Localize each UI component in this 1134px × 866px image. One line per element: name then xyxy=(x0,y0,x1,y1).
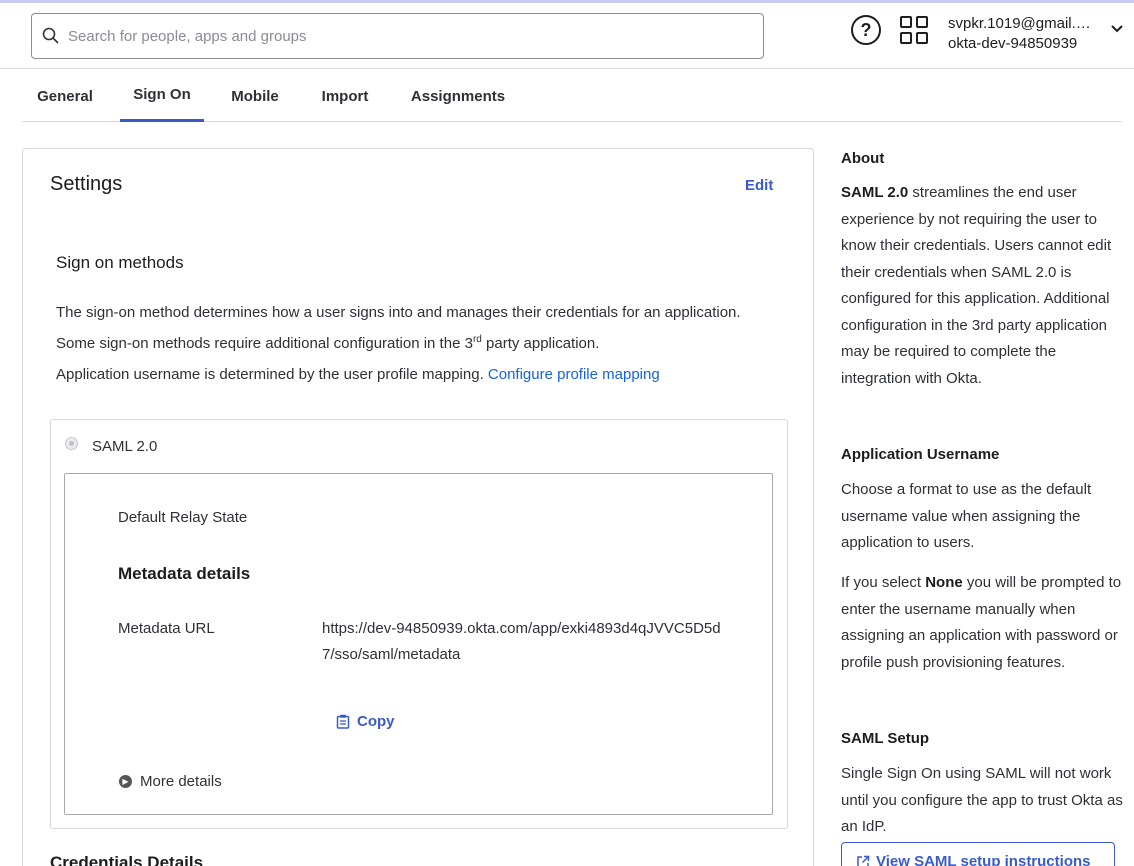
metadata-url-value: https://dev-94850939.okta.com/app/exki48… xyxy=(322,620,721,663)
tab-bar: General Sign On Mobile Import Assignment… xyxy=(22,70,1122,122)
search-bar[interactable] xyxy=(31,13,764,59)
application-username-text: Choose a format to use as the default us… xyxy=(841,481,1092,551)
metadata-details-title: Metadata details xyxy=(118,564,251,583)
sign-on-description: The sign-on method determines how a user… xyxy=(56,304,741,352)
tab-import[interactable]: Import xyxy=(310,70,380,122)
tab-assignments[interactable]: Assignments xyxy=(402,70,514,122)
copy-button[interactable]: Copy xyxy=(336,713,395,730)
tab-sign-on[interactable]: Sign On xyxy=(120,70,204,122)
user-org: okta-dev-94850939 xyxy=(948,35,1078,52)
tab-general[interactable]: General xyxy=(22,70,108,122)
saml-radio[interactable] xyxy=(65,437,78,450)
search-input[interactable] xyxy=(68,27,708,45)
tab-mobile[interactable]: Mobile xyxy=(220,70,290,122)
external-link-icon xyxy=(857,855,870,866)
more-details-toggle[interactable]: ▶ More details xyxy=(119,773,222,790)
view-saml-setup-instructions-button[interactable]: View SAML setup instructions xyxy=(841,842,1115,866)
search-icon xyxy=(42,27,59,44)
metadata-url-label: Metadata URL xyxy=(118,620,215,637)
more-details-label: More details xyxy=(140,773,222,790)
saml-label: SAML 2.0 xyxy=(92,438,158,455)
about-text: SAML 2.0 streamlines the end user experi… xyxy=(841,184,1112,387)
settings-panel: Settings Edit Sign on methods The sign-o… xyxy=(22,148,814,866)
configure-profile-mapping-link[interactable]: Configure profile mapping xyxy=(488,366,660,383)
saml-setup-text: Single Sign On using SAML will not work … xyxy=(841,765,1123,835)
user-email: svpkr.1019@gmail.com xyxy=(948,15,1096,32)
credentials-details-title: Credentials Details xyxy=(50,853,204,866)
user-menu[interactable]: svpkr.1019@gmail.com okta-dev-94850939 xyxy=(948,14,1128,54)
mapping-description: Application username is determined by th… xyxy=(56,366,660,383)
chevron-right-icon: ▶ xyxy=(119,775,132,788)
edit-button[interactable]: Edit xyxy=(745,177,773,194)
saml-details: Default Relay State Metadata details Met… xyxy=(64,473,773,815)
chevron-down-icon xyxy=(1111,25,1123,33)
help-icon[interactable]: ? xyxy=(851,15,881,45)
sign-on-methods-title: Sign on methods xyxy=(56,253,184,272)
application-username-title: Application Username xyxy=(841,446,1000,463)
app-switcher-icon[interactable] xyxy=(900,16,928,44)
settings-title: Settings xyxy=(50,173,123,195)
copy-label: Copy xyxy=(357,713,395,730)
saml-setup-title: SAML Setup xyxy=(841,730,930,747)
clipboard-icon xyxy=(336,714,350,729)
default-relay-state-label: Default Relay State xyxy=(118,509,248,526)
saml-method-box: SAML 2.0 Default Relay State Metadata de… xyxy=(50,419,788,829)
top-header: ? svpkr.1019@gmail.com okta-dev-94850939 xyxy=(0,3,1134,69)
about-title: About xyxy=(841,150,885,167)
none-option-text: If you select None you will be prompted … xyxy=(841,574,1122,671)
